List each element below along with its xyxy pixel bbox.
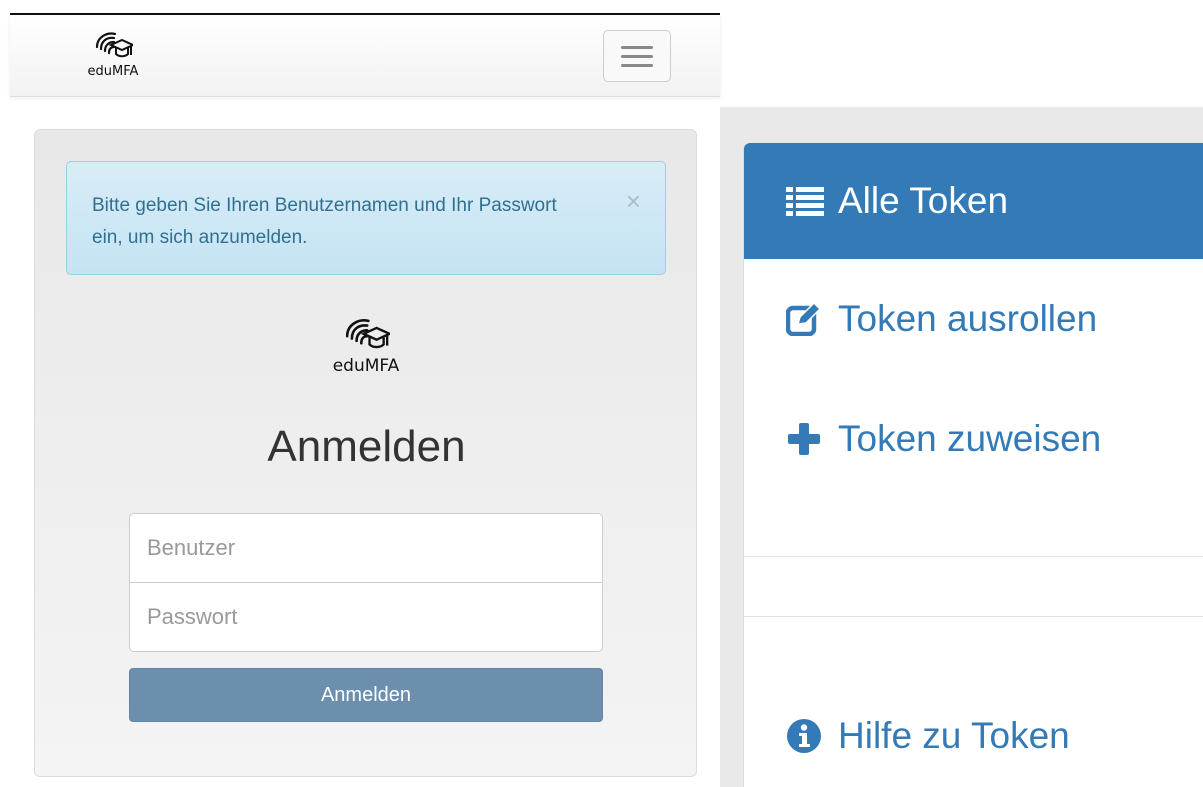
info-alert: Bitte geben Sie Ihren Benutzernamen und … <box>66 161 666 275</box>
login-logo: eduMFA <box>326 315 406 376</box>
brand-logo[interactable]: eduMFA <box>78 29 148 89</box>
navbar: eduMFA <box>10 15 720 97</box>
login-screen: eduMFA Bitte geben Sie Ihren Benutzernam… <box>0 0 720 787</box>
menu-item-label: Hilfe zu Token <box>838 715 1070 756</box>
menu-item-all-tokens[interactable]: Alle Token <box>744 143 1203 259</box>
fingerprint-mortarboard-icon <box>95 32 133 58</box>
hamburger-icon-bar <box>621 63 653 67</box>
hamburger-icon-bar <box>621 54 653 58</box>
token-menu: Alle Token Token ausrollen Token zuweise… <box>743 143 1203 787</box>
menu-item-label: Token zuweisen <box>838 418 1102 459</box>
menu-divider <box>744 556 1203 557</box>
close-icon[interactable]: × <box>626 188 641 214</box>
menu-item-assign-token[interactable]: Token zuweisen <box>744 381 1203 497</box>
list-icon <box>786 183 828 219</box>
menu-item-label: Alle Token <box>838 180 1009 221</box>
screenshot-composite: eduMFA Bitte geben Sie Ihren Benutzernam… <box>0 0 1203 787</box>
info-icon <box>786 718 828 754</box>
hamburger-menu-button[interactable] <box>603 30 671 82</box>
login-panel: Bitte geben Sie Ihren Benutzernamen und … <box>34 129 697 777</box>
menu-item-rollout-token[interactable]: Token ausrollen <box>744 261 1203 377</box>
alert-message: Bitte geben Sie Ihren Benutzernamen und … <box>92 195 557 248</box>
login-button[interactable]: Anmelden <box>129 668 603 722</box>
plus-icon <box>786 421 828 457</box>
logo-text: eduMFA <box>332 356 400 376</box>
username-input[interactable] <box>129 513 603 583</box>
edit-icon <box>786 301 828 337</box>
fingerprint-mortarboard-icon <box>345 319 390 349</box>
brand-text: eduMFA <box>87 64 139 79</box>
menu-item-token-help[interactable]: Hilfe zu Token <box>744 678 1203 787</box>
hamburger-icon <box>621 45 653 49</box>
token-menu-screen: Alle Token Token ausrollen Token zuweise… <box>720 107 1203 787</box>
page-title: Anmelden <box>267 422 466 471</box>
menu-item-label: Token ausrollen <box>838 298 1098 339</box>
password-input[interactable] <box>129 582 603 652</box>
menu-divider <box>744 616 1203 617</box>
